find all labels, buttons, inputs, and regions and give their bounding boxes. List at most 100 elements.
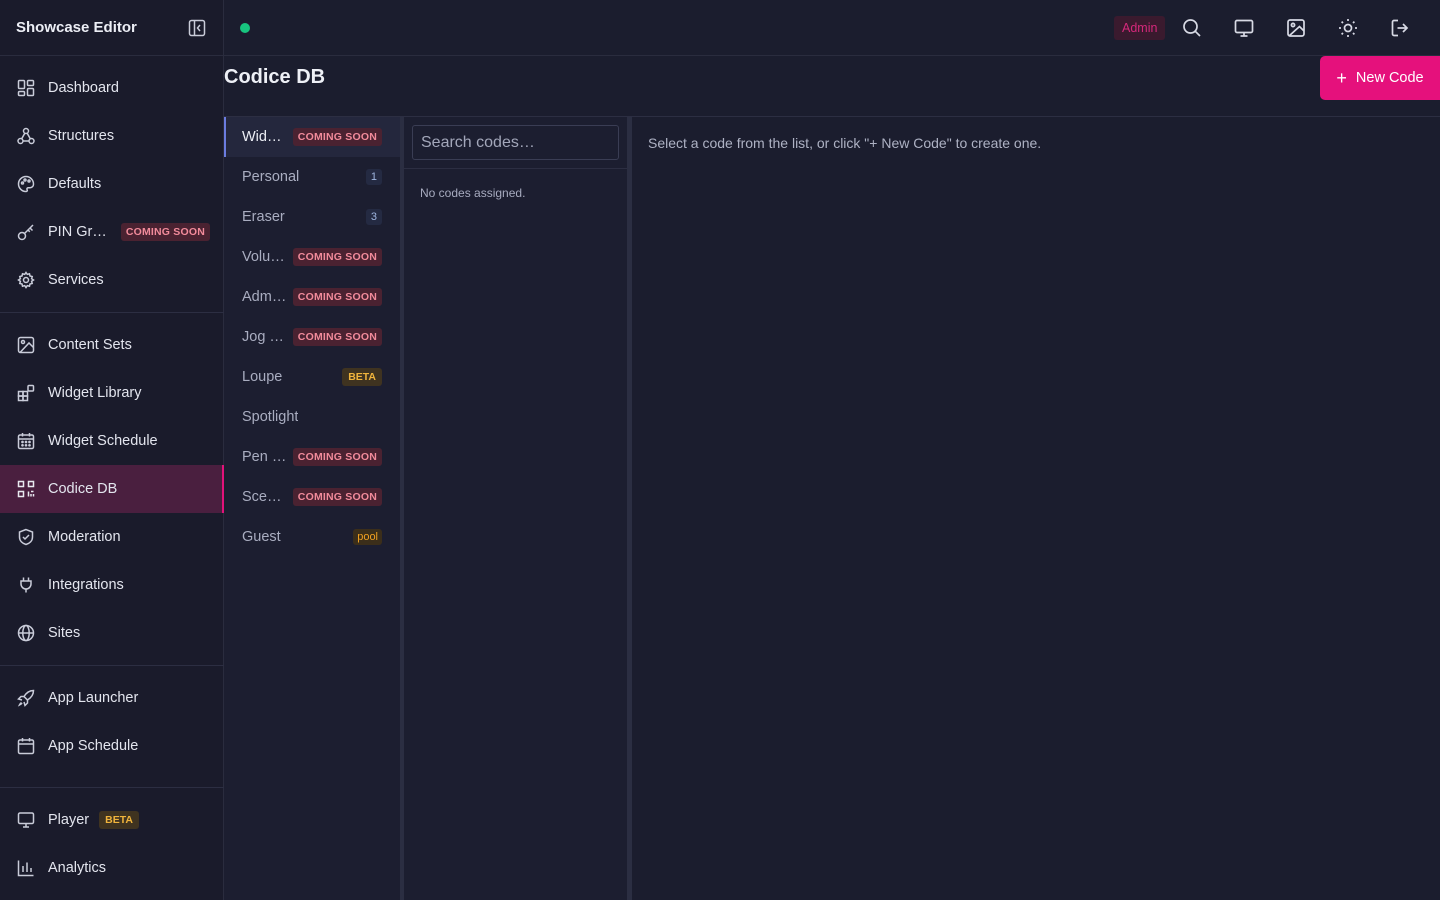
coming-soon-badge: COMING SOON	[120, 223, 211, 241]
sidebar-item-label: App Launcher	[48, 690, 139, 706]
category-item[interactable]: Sce… COMING SOON	[224, 477, 400, 517]
sidebar-item-codice-db[interactable]: Codice DB	[0, 465, 224, 513]
rocket-icon	[16, 688, 36, 708]
column-resize-handle[interactable]	[627, 117, 632, 900]
sidebar-item-label: Widget Library	[48, 385, 142, 401]
category-item[interactable]: Personal 1	[224, 157, 400, 197]
category-label: Spotlight	[242, 409, 299, 425]
category-list: Wid… COMING SOON Personal 1 Eraser 3 Vol…	[224, 117, 400, 900]
sidebar-item-label: Structures	[48, 128, 115, 144]
coming-soon-badge: COMING SOON	[292, 248, 382, 266]
globe-icon	[16, 623, 36, 643]
qr-icon	[16, 479, 36, 499]
category-item[interactable]: Guest pool	[224, 517, 400, 557]
sidebar-divider	[0, 665, 224, 666]
sidebar-item-content-sets[interactable]: Content Sets	[0, 321, 224, 369]
sidebar-item-app-schedule[interactable]: App Schedule	[0, 722, 224, 770]
palette-icon	[16, 174, 36, 194]
search-icon[interactable]	[1180, 16, 1204, 40]
category-label: Eraser	[242, 209, 285, 225]
sun-icon[interactable]	[1336, 16, 1360, 40]
pool-badge: pool	[353, 529, 382, 545]
list-divider	[404, 168, 627, 169]
sidebar-divider	[0, 312, 224, 313]
page-title: Codice DB	[224, 66, 326, 88]
beta-badge: BETA	[99, 811, 139, 829]
sidebar-item-label: Widget Schedule	[48, 433, 158, 449]
search-input[interactable]	[412, 125, 619, 160]
category-item[interactable]: Wid… COMING SOON	[224, 117, 400, 157]
sidebar-divider	[0, 787, 224, 788]
calendar-grid-icon	[16, 431, 36, 451]
category-label: Guest	[242, 529, 281, 545]
dashboard-icon	[16, 78, 36, 98]
sidebar-item-label: Defaults	[48, 176, 102, 192]
gear-icon	[16, 270, 36, 290]
empty-state-message: No codes assigned.	[420, 186, 526, 200]
category-label: Personal	[242, 169, 300, 185]
sidebar-item-label: Dashboard	[48, 80, 119, 96]
category-item[interactable]: Eraser 3	[224, 197, 400, 237]
sidebar-item-label: Moderation	[48, 529, 121, 545]
sidebar-collapse-icon[interactable]	[187, 18, 207, 38]
category-item[interactable]: Pen … COMING SOON	[224, 437, 400, 477]
category-item[interactable]: Jog … COMING SOON	[224, 317, 400, 357]
sidebar-item-player[interactable]: Player BETA	[0, 796, 224, 844]
category-label: Loupe	[242, 369, 283, 385]
structures-icon	[16, 126, 36, 146]
category-label: Volu…	[242, 249, 285, 265]
connection-status-dot	[240, 23, 250, 33]
sidebar-item-structures[interactable]: Structures	[0, 112, 224, 160]
sidebar-item-sites[interactable]: Sites	[0, 609, 224, 657]
category-item[interactable]: Loupe BETA	[224, 357, 400, 397]
category-item[interactable]: Spotlight	[224, 397, 400, 437]
sidebar-item-widget-library[interactable]: Widget Library	[0, 369, 224, 417]
new-code-button[interactable]: + New Code	[1320, 56, 1440, 100]
monitor-icon	[16, 810, 36, 830]
count-badge: 1	[365, 169, 382, 185]
beta-badge: BETA	[342, 368, 382, 386]
sidebar-header: Showcase Editor	[0, 0, 223, 56]
plug-icon	[16, 575, 36, 595]
sidebar-item-dashboard[interactable]: Dashboard	[0, 64, 224, 112]
calendar-icon	[16, 736, 36, 756]
logout-icon[interactable]	[1388, 16, 1412, 40]
sidebar-item-app-launcher[interactable]: App Launcher	[0, 674, 224, 722]
sidebar-item-label: Analytics	[48, 860, 107, 876]
sidebar-item-pin-groups[interactable]: PIN Gr… COMING SOON	[0, 208, 224, 256]
sidebar-item-analytics[interactable]: Analytics	[0, 844, 224, 892]
shield-icon	[16, 527, 36, 547]
sidebar-item-label: Codice DB	[48, 481, 118, 497]
count-badge: 3	[365, 209, 382, 225]
sidebar-item-widget-schedule[interactable]: Widget Schedule	[0, 417, 224, 465]
new-code-label: New Code	[1355, 70, 1424, 86]
coming-soon-badge: COMING SOON	[292, 128, 382, 146]
sidebar-item-integrations[interactable]: Integrations	[0, 561, 224, 609]
category-label: Pen …	[242, 449, 287, 465]
category-label: Sce…	[242, 489, 282, 505]
chart-icon	[16, 858, 36, 878]
sidebar-item-label: Player	[48, 812, 90, 828]
monitor-icon[interactable]	[1232, 16, 1256, 40]
role-badge: Admin	[1114, 16, 1166, 40]
sidebar-item-services[interactable]: Services	[0, 256, 224, 304]
image-icon	[16, 335, 36, 355]
category-label: Jog …	[242, 329, 284, 345]
sidebar-item-label: Content Sets	[48, 337, 132, 353]
category-item[interactable]: Adm… COMING SOON	[224, 277, 400, 317]
coming-soon-badge: COMING SOON	[292, 328, 382, 346]
coming-soon-badge: COMING SOON	[292, 448, 382, 466]
category-item[interactable]: Volu… COMING SOON	[224, 237, 400, 277]
coming-soon-badge: COMING SOON	[292, 288, 382, 306]
widgets-icon	[16, 383, 36, 403]
code-list: No codes assigned.	[404, 117, 627, 900]
top-bar: Admin	[224, 0, 1440, 56]
image-icon[interactable]	[1284, 16, 1308, 40]
sidebar-item-moderation[interactable]: Moderation	[0, 513, 224, 561]
detail-placeholder: Select a code from the list, or click "+…	[648, 135, 1042, 151]
sidebar-item-label: Services	[48, 272, 104, 288]
sidebar-item-label: PIN Gr…	[48, 224, 107, 240]
category-label: Adm…	[242, 289, 287, 305]
category-label: Wid…	[242, 129, 282, 145]
sidebar-item-defaults[interactable]: Defaults	[0, 160, 224, 208]
